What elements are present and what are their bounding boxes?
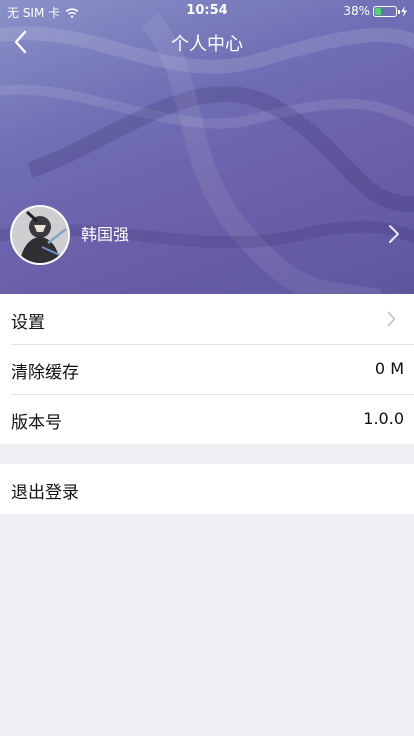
logout-button[interactable]: 退出登录 (0, 464, 414, 514)
settings-label: 设置 (11, 313, 45, 333)
battery-group: 38% (343, 4, 408, 18)
navigation-bar: 个人中心 (0, 22, 414, 62)
status-bar: 无 SIM 卡 10:54 38% (0, 0, 414, 22)
version-value: 1.0.0 (363, 409, 404, 428)
avatar-image (12, 207, 68, 263)
battery-level-fill (375, 7, 382, 15)
username: 韩国强 (81, 225, 130, 244)
version-row: 版本号 1.0.0 (0, 394, 414, 444)
chevron-right-icon (389, 225, 399, 243)
logout-label: 退出登录 (11, 483, 79, 503)
battery-icon (373, 5, 400, 17)
clear-cache-label: 清除缓存 (11, 363, 79, 383)
settings-list: 设置 清除缓存 0 M 版本号 1.0.0 (0, 294, 414, 444)
avatar (10, 205, 70, 265)
battery-percent: 38% (343, 4, 370, 18)
cache-size-value: 0 M (374, 359, 404, 378)
charging-bolt-icon (401, 5, 407, 17)
profile-row[interactable]: 韩国强 (0, 203, 414, 267)
profile-header: 无 SIM 卡 10:54 38% 个人中心 韩国强 (0, 0, 414, 294)
clear-cache-row[interactable]: 清除缓存 0 M (0, 344, 414, 394)
settings-row[interactable]: 设置 (0, 294, 414, 344)
logout-section: 退出登录 (0, 464, 414, 514)
version-label: 版本号 (11, 413, 62, 433)
page-title: 个人中心 (171, 34, 243, 55)
chevron-right-icon (387, 311, 396, 327)
